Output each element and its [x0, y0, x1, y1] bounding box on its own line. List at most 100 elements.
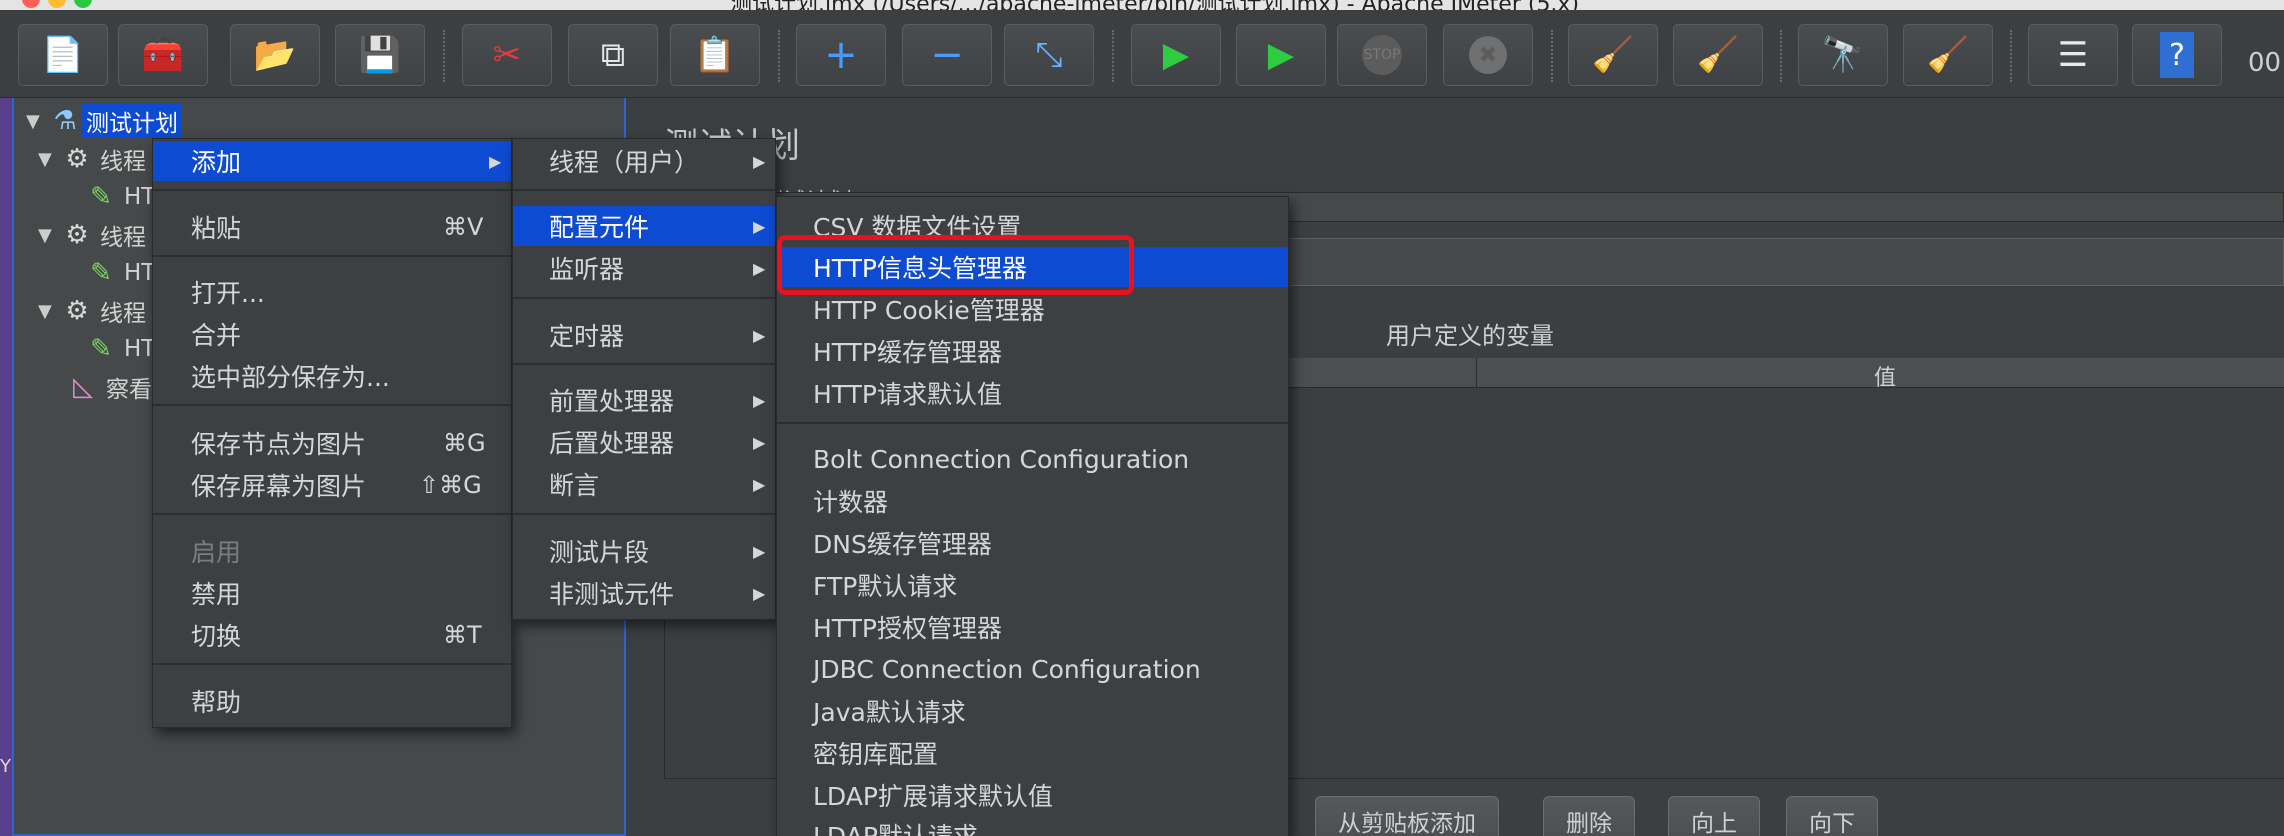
menu-item-enable: 启用: [153, 531, 511, 571]
start-no-pauses-button[interactable]: ▶: [1236, 24, 1326, 86]
menu-item-http-cookie-manager[interactable]: HTTP Cookie管理器: [777, 289, 1288, 329]
flask-icon: ⚗: [53, 106, 77, 136]
tree-item-thread-group[interactable]: ▼ ⚙ 线程: [38, 142, 146, 176]
function-helper-button[interactable]: ☰: [2028, 24, 2118, 86]
paste-button[interactable]: 📋: [670, 24, 760, 86]
gear-icon: ⚙: [65, 220, 89, 250]
tree-item-thread-group[interactable]: ▼ ⚙ 线程: [38, 294, 146, 328]
menu-item-assertion[interactable]: 断言 ▶: [513, 464, 775, 504]
help-book-icon: ?: [2160, 32, 2194, 78]
menu-item-open[interactable]: 打开...: [153, 272, 511, 312]
toolbar-separator: [1112, 30, 1114, 82]
menu-item-disable[interactable]: 禁用: [153, 573, 511, 613]
menu-item-http-request-defaults[interactable]: HTTP请求默认值: [777, 373, 1288, 413]
menu-item-ldap-request-defaults[interactable]: LDAP默认请求: [777, 815, 1288, 836]
templates-button[interactable]: 🧰: [118, 24, 208, 86]
menu-item-toggle[interactable]: 切换 ⌘T: [153, 615, 511, 655]
tree-item-label: 线程: [100, 225, 146, 251]
expand-arrow-icon[interactable]: ▼: [38, 149, 60, 170]
clipboard-icon: 📋: [693, 35, 737, 75]
menu-item-http-auth-manager[interactable]: HTTP授权管理器: [777, 607, 1288, 647]
new-test-plan-button[interactable]: 📄: [18, 24, 108, 86]
minimize-window-button[interactable]: [48, 0, 66, 8]
close-window-button[interactable]: [22, 0, 40, 8]
tree-item-sampler[interactable]: ✎ HT: [84, 256, 155, 290]
menu-item-ftp-request-defaults[interactable]: FTP默认请求: [777, 565, 1288, 605]
stop-button[interactable]: STOP: [1337, 24, 1427, 86]
menu-item-threads[interactable]: 线程（用户） ▶: [513, 141, 775, 181]
menu-item-http-cache-manager[interactable]: HTTP缓存管理器: [777, 331, 1288, 371]
clear-all-button[interactable]: 🧹: [1673, 24, 1763, 86]
tree-item-sampler[interactable]: ✎ HT: [84, 332, 155, 366]
menu-item-label: 禁用: [191, 580, 242, 609]
help-button[interactable]: ?: [2132, 24, 2222, 86]
stop-icon: STOP: [1362, 35, 1402, 75]
tree-item-listener[interactable]: ◺ 察看: [66, 370, 152, 404]
clear-button[interactable]: 🧹: [1568, 24, 1658, 86]
zoom-window-button[interactable]: [74, 0, 92, 8]
menu-item-listener[interactable]: 监听器 ▶: [513, 248, 775, 288]
menu-item-label: LDAP扩展请求默认值: [813, 782, 1053, 811]
submenu-arrow-icon: ▶: [753, 474, 766, 494]
menu-item-post-processor[interactable]: 后置处理器 ▶: [513, 422, 775, 462]
window-titlebar: 测试计划.jmx (/Users/.../apache-jmeter/bin/测…: [0, 0, 2284, 10]
expand-arrow-icon[interactable]: ▼: [26, 111, 48, 132]
menu-item-paste[interactable]: 粘贴 ⌘V: [153, 207, 511, 247]
toolbar-separator: [778, 30, 780, 82]
tree-context-menu: 添加 ▶ 粘贴 ⌘V 打开... 合并 选中部分保存为... 保存节点为图片 ⌘…: [152, 138, 512, 728]
collapse-all-button[interactable]: −: [902, 24, 992, 86]
menu-item-save-screen-image[interactable]: 保存屏幕为图片 ⇧⌘G: [153, 465, 511, 505]
save-button[interactable]: 💾: [335, 24, 425, 86]
menu-item-keystore-config[interactable]: 密钥库配置: [777, 733, 1288, 773]
start-button[interactable]: ▶: [1131, 24, 1221, 86]
menu-item-label: 计数器: [813, 488, 889, 517]
menu-item-bolt-connection[interactable]: Bolt Connection Configuration: [777, 439, 1288, 479]
menu-item-test-fragment[interactable]: 测试片段 ▶: [513, 531, 775, 571]
search-button[interactable]: 🔭: [1798, 24, 1888, 86]
expand-all-button[interactable]: +: [796, 24, 886, 86]
tree-item-sampler[interactable]: ✎ HT: [84, 180, 155, 214]
menu-item-label: 前置处理器: [549, 387, 675, 416]
menu-item-java-request-defaults[interactable]: Java默认请求: [777, 691, 1288, 731]
delete-button[interactable]: 删除: [1543, 796, 1635, 836]
menu-item-ldap-extended-defaults[interactable]: LDAP扩展请求默认值: [777, 775, 1288, 815]
expand-arrow-icon[interactable]: ▼: [38, 301, 60, 322]
tree-item-label: 线程: [100, 301, 146, 327]
menu-item-non-test-elements[interactable]: 非测试元件 ▶: [513, 573, 775, 613]
submenu-arrow-icon: ▶: [753, 583, 766, 603]
toggle-button[interactable]: ⤡: [1004, 24, 1094, 86]
desktop-edge-text: Y: [0, 756, 11, 777]
tree-item-thread-group[interactable]: ▼ ⚙ 线程: [38, 218, 146, 252]
menu-separator: [513, 513, 775, 515]
menu-item-pre-processor[interactable]: 前置处理器 ▶: [513, 380, 775, 420]
menu-item-counter[interactable]: 计数器: [777, 481, 1288, 521]
submenu-arrow-icon: ▶: [753, 541, 766, 561]
open-button[interactable]: 📂: [230, 24, 320, 86]
tree-item-label: 察看: [106, 377, 152, 403]
tree-item-label: HT: [124, 184, 156, 210]
templates-icon: 🧰: [141, 35, 185, 75]
add-from-clipboard-button[interactable]: 从剪贴板添加: [1315, 796, 1499, 836]
move-down-button[interactable]: 向下: [1786, 796, 1878, 836]
menu-item-label: 切换: [191, 622, 242, 651]
menu-item-help[interactable]: 帮助: [153, 681, 511, 721]
menu-item-add[interactable]: 添加 ▶: [153, 141, 511, 181]
menu-item-label: Java默认请求: [813, 698, 966, 727]
tree-root-row[interactable]: ▼ ⚗ 测试计划: [26, 104, 182, 138]
shutdown-button[interactable]: ✖: [1443, 24, 1533, 86]
menu-item-config-element[interactable]: 配置元件 ▶: [513, 206, 775, 246]
reset-search-button[interactable]: 🧹: [1903, 24, 1993, 86]
cut-button[interactable]: ✂: [462, 24, 552, 86]
menu-item-label: 添加: [191, 148, 242, 177]
menu-item-timer[interactable]: 定时器 ▶: [513, 315, 775, 355]
expand-arrow-icon[interactable]: ▼: [38, 225, 60, 246]
menu-item-dns-cache-manager[interactable]: DNS缓存管理器: [777, 523, 1288, 563]
move-up-button[interactable]: 向上: [1668, 796, 1760, 836]
copy-button[interactable]: ⧉: [568, 24, 658, 86]
clear-icon: 🧹: [1591, 35, 1635, 75]
toolbar-separator: [443, 30, 445, 82]
menu-item-save-node-image[interactable]: 保存节点为图片 ⌘G: [153, 423, 511, 463]
menu-item-jdbc-connection[interactable]: JDBC Connection Configuration: [777, 649, 1288, 689]
menu-item-save-selection[interactable]: 选中部分保存为...: [153, 356, 511, 396]
menu-item-merge[interactable]: 合并: [153, 314, 511, 354]
